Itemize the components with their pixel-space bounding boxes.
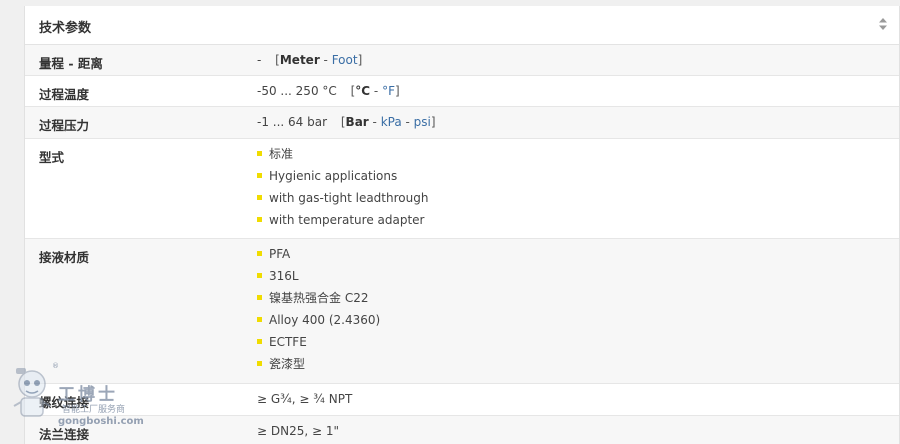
list-item-text: 316L [269, 269, 299, 283]
list-item-text: Alloy 400 (2.4360) [269, 313, 381, 327]
list-item-text: PFA [269, 247, 291, 261]
bullet-icon [257, 173, 262, 178]
list-item: 瓷漆型 [257, 356, 380, 378]
bracket: ] [430, 115, 436, 129]
watermark-subtitle: 智能工厂服务商 [62, 405, 126, 415]
unit-switch: [°C - °F] [351, 84, 400, 98]
list-item: with temperature adapter [257, 212, 428, 234]
param-row-flange-connection: 法兰连接 ≥ DN25, ≥ 1" [25, 416, 899, 444]
param-row-process-pressure: 过程压力 -1 ... 64 bar [Bar - kPa - psi] [25, 107, 899, 139]
unit-selected: Bar [345, 115, 369, 129]
unit-link-kpa[interactable]: kPa [381, 115, 402, 129]
separator: - [368, 115, 381, 129]
value-text: -1 ... 64 bar [257, 115, 328, 129]
param-label: 过程温度 [39, 87, 90, 102]
unit-link-psi[interactable]: psi [414, 115, 431, 129]
bullet-icon [257, 195, 262, 200]
param-row-wetted-material: 接液材质 PFA 316L 镍基热强合金 C22 Alloy 400 (2.43… [25, 239, 899, 384]
list-item-text: Hygienic applications [269, 169, 398, 183]
value-text: - [257, 53, 262, 67]
param-label: 过程压力 [39, 118, 90, 133]
unit-selected: °C [355, 84, 371, 98]
param-label: 接液材质 [39, 250, 90, 265]
param-value: ≥ DN25, ≥ 1" [257, 424, 340, 438]
material-list: PFA 316L 镍基热强合金 C22 Alloy 400 (2.4360) E… [257, 246, 380, 378]
unit-switch: [Meter - Foot] [275, 53, 362, 67]
list-item: 316L [257, 268, 380, 290]
param-value: ≥ G¾, ≥ ¾ NPT [257, 392, 353, 406]
list-item: Alloy 400 (2.4360) [257, 312, 380, 334]
param-value: - [Meter - Foot] [257, 53, 362, 67]
list-item: 标准 [257, 146, 428, 168]
unit-selected: Meter [279, 53, 320, 67]
list-item-text: with temperature adapter [269, 213, 425, 227]
panel-header[interactable]: 技术参数 [25, 6, 899, 45]
bullet-icon [257, 251, 262, 256]
param-value: -50 ... 250 °C [°C - °F] [257, 84, 400, 98]
registered-mark: ® [52, 362, 59, 370]
list-item-text: 标准 [269, 147, 294, 161]
watermark-url: gongboshi.com [58, 416, 144, 427]
bullet-icon [257, 361, 262, 366]
bullet-icon [257, 295, 262, 300]
list-item-text: 镍基热强合金 C22 [269, 291, 369, 305]
bullet-icon [257, 151, 262, 156]
list-item-text: with gas-tight leadthrough [269, 191, 429, 205]
unit-link-fahrenheit[interactable]: °F [382, 84, 395, 98]
bullet-icon [257, 317, 262, 322]
unit-switch: [Bar - kPa - psi] [341, 115, 436, 129]
separator: - [319, 53, 332, 67]
list-item: ECTFE [257, 334, 380, 356]
list-item-text: ECTFE [269, 335, 307, 349]
tech-params-panel: 技术参数 量程 - 距离 - [Meter - Foot] 过程温度 -50 .… [24, 6, 900, 444]
value-text: -50 ... 250 °C [257, 84, 337, 98]
param-row-process-temperature: 过程温度 -50 ... 250 °C [°C - °F] [25, 76, 899, 107]
list-item-text: 瓷漆型 [269, 357, 306, 371]
bullet-icon [257, 273, 262, 278]
bullet-icon [257, 339, 262, 344]
list-item: 镍基热强合金 C22 [257, 290, 380, 312]
bullet-icon [257, 217, 262, 222]
list-item: with gas-tight leadthrough [257, 190, 428, 212]
param-row-range: 量程 - 距离 - [Meter - Foot] [25, 45, 899, 76]
param-value: -1 ... 64 bar [Bar - kPa - psi] [257, 115, 436, 129]
list-item: PFA [257, 246, 380, 268]
param-label: 量程 - 距离 [39, 56, 103, 71]
separator: - [401, 115, 414, 129]
param-label: 型式 [39, 150, 65, 165]
param-row-type: 型式 标准 Hygienic applications with gas-tig… [25, 139, 899, 239]
sort-arrows-icon[interactable] [877, 16, 889, 32]
unit-link-foot[interactable]: Foot [332, 53, 358, 67]
list-item: Hygienic applications [257, 168, 428, 190]
type-list: 标准 Hygienic applications with gas-tight … [257, 146, 428, 234]
bracket: ] [357, 53, 363, 67]
separator: - [370, 84, 383, 98]
bracket: ] [394, 84, 400, 98]
param-row-thread-connection: 螺纹连接 ≥ G¾, ≥ ¾ NPT [25, 384, 899, 416]
panel-title: 技术参数 [39, 21, 92, 36]
